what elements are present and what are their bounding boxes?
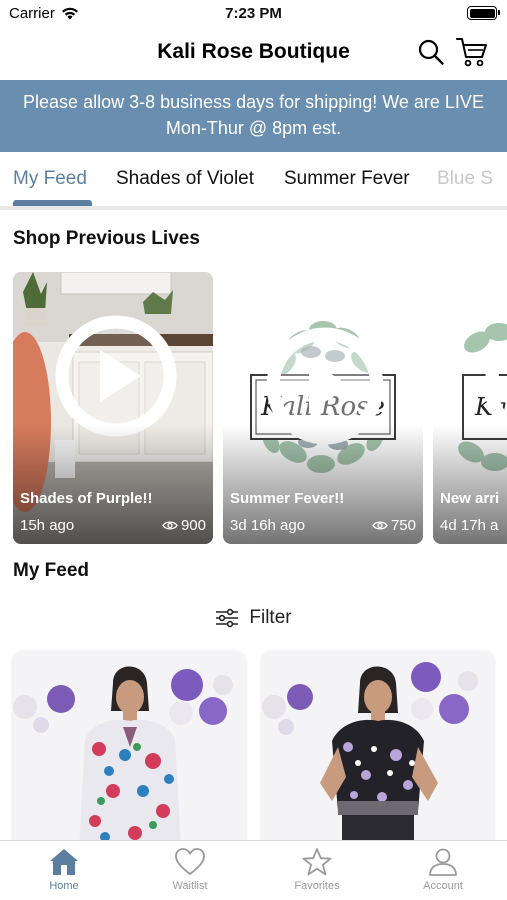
- filter-button[interactable]: Filter: [0, 605, 507, 631]
- product-image: [262, 651, 494, 851]
- views-count: 750: [390, 517, 416, 534]
- views-count: 900: [180, 517, 206, 534]
- tab-account[interactable]: Account: [388, 847, 498, 892]
- eye-icon: [372, 521, 388, 530]
- nav-bar: Kali Rose Boutique: [0, 30, 507, 80]
- battery-icon: [467, 6, 500, 20]
- shipping-banner: Please allow 3-8 business days for shipp…: [0, 80, 507, 152]
- search-icon[interactable]: [417, 38, 445, 66]
- star-icon: [302, 848, 332, 876]
- product-card[interactable]: [262, 651, 494, 851]
- bottom-tab-bar: Home Waitlist Favorites Account: [0, 840, 507, 900]
- previous-lives-heading: Shop Previous Lives: [13, 228, 200, 249]
- live-title: Summer Fever!!: [230, 490, 345, 507]
- product-image: [13, 651, 245, 851]
- live-card-shades-of-purple[interactable]: Shades of Purple!! 15h ago 900: [13, 272, 213, 544]
- live-time-ago: 4d 17h a: [440, 517, 499, 534]
- live-card-new-arrivals[interactable]: Ka New arri 4d 17h a: [433, 272, 507, 544]
- active-tab-indicator: [13, 200, 92, 206]
- person-icon: [429, 848, 457, 876]
- eye-icon: [162, 521, 178, 530]
- tab-favorites-label: Favorites: [294, 880, 340, 892]
- live-title: New arri: [440, 490, 500, 507]
- banner-line-2: Mon-Thur @ 8pm est.: [165, 118, 342, 138]
- category-tabs: My Feed Shades of Violet Summer Fever Bl…: [0, 152, 507, 210]
- tab-home[interactable]: Home: [9, 847, 119, 892]
- clock: 7:23 PM: [225, 5, 282, 22]
- heart-icon: [175, 848, 205, 876]
- tab-summer-fever[interactable]: Summer Fever: [284, 168, 410, 190]
- live-card-summer-fever[interactable]: Kali Rose Summer Fever!! 3d 16h ago 750: [223, 272, 423, 544]
- tab-waitlist[interactable]: Waitlist: [135, 847, 245, 892]
- status-bar: Carrier 7:23 PM: [0, 0, 507, 30]
- product-card[interactable]: [13, 651, 245, 851]
- live-time-ago: 3d 16h ago: [230, 517, 306, 534]
- live-title: Shades of Purple!!: [20, 490, 153, 507]
- live-time-ago: 15h ago: [20, 517, 75, 534]
- feed-heading: My Feed: [13, 560, 90, 581]
- tab-blue[interactable]: Blue S: [437, 168, 493, 190]
- banner-line-1: Please allow 3-8 business days for shipp…: [23, 92, 484, 112]
- tab-my-feed[interactable]: My Feed: [13, 168, 87, 190]
- sliders-icon: [216, 608, 239, 628]
- live-views: 900: [162, 517, 206, 534]
- tab-waitlist-label: Waitlist: [172, 880, 208, 892]
- tab-account-label: Account: [423, 880, 463, 892]
- home-icon: [50, 849, 78, 875]
- filter-label: Filter: [249, 607, 292, 628]
- live-views: 750: [372, 517, 416, 534]
- tab-shades-of-violet[interactable]: Shades of Violet: [116, 168, 254, 190]
- tab-favorites[interactable]: Favorites: [262, 847, 372, 892]
- tab-home-label: Home: [49, 880, 79, 892]
- cart-icon[interactable]: [455, 36, 489, 68]
